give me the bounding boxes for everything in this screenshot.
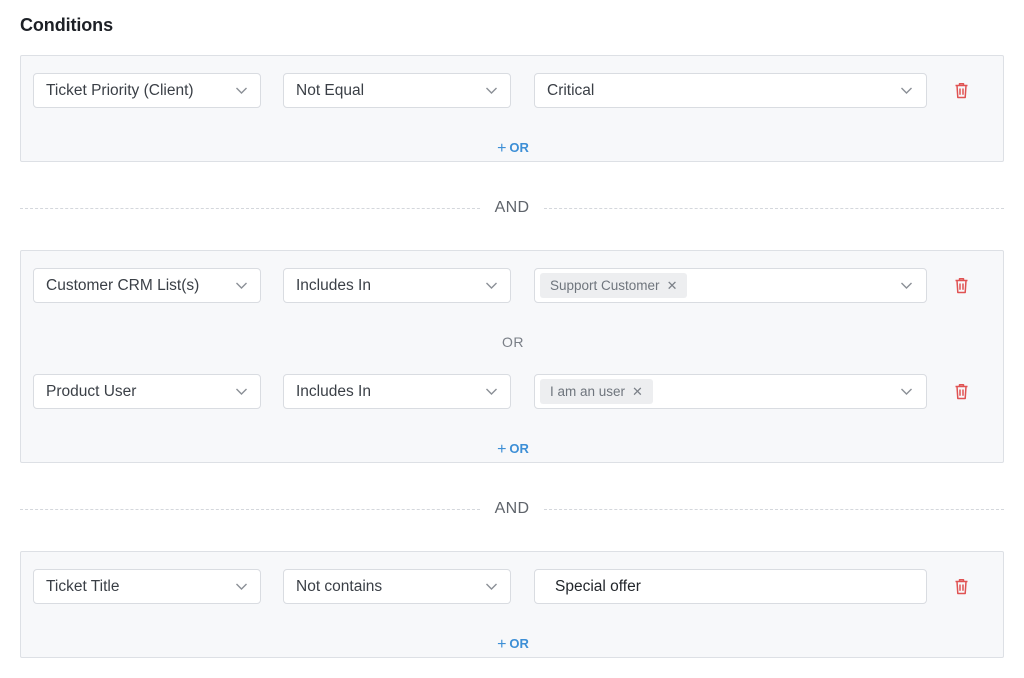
condition-group-3: Ticket Title Not contains Special offer … bbox=[20, 551, 1004, 658]
operator-select-value: Not contains bbox=[296, 578, 383, 595]
chevron-down-icon bbox=[236, 282, 247, 289]
add-or-label: OR bbox=[509, 636, 529, 651]
condition-group-2: Customer CRM List(s) Includes In Support… bbox=[20, 250, 1004, 463]
chevron-down-icon bbox=[486, 282, 497, 289]
value-select-value: Critical bbox=[547, 82, 595, 99]
plus-icon: + bbox=[497, 441, 507, 458]
field-select[interactable]: Ticket Title bbox=[33, 569, 261, 604]
operator-select-value: Not Equal bbox=[296, 82, 365, 99]
chevron-down-icon bbox=[901, 87, 912, 94]
add-or-button[interactable]: + OR bbox=[21, 440, 1005, 458]
field-select-value: Customer CRM List(s) bbox=[46, 277, 200, 294]
chevron-down-icon bbox=[486, 87, 497, 94]
field-select-value: Ticket Priority (Client) bbox=[46, 82, 194, 99]
close-icon[interactable]: ✕ bbox=[667, 273, 678, 298]
or-separator-label: OR bbox=[502, 334, 524, 350]
tag-label: Support Customer bbox=[550, 278, 660, 293]
field-select[interactable]: Customer CRM List(s) bbox=[33, 268, 261, 303]
divider bbox=[544, 208, 1004, 209]
field-select[interactable]: Product User bbox=[33, 374, 261, 409]
tag-label: I am an user bbox=[550, 384, 626, 399]
chevron-down-icon bbox=[236, 87, 247, 94]
divider bbox=[544, 509, 1004, 510]
value-text-input[interactable]: Special offer bbox=[534, 569, 927, 604]
close-icon[interactable]: ✕ bbox=[632, 379, 643, 404]
operator-select[interactable]: Not contains bbox=[283, 569, 511, 604]
and-separator: AND bbox=[20, 198, 1004, 218]
selected-tag: Support Customer ✕ bbox=[540, 273, 688, 298]
chevron-down-icon bbox=[901, 388, 912, 395]
chevron-down-icon bbox=[236, 583, 247, 590]
conditions-title: Conditions bbox=[20, 15, 113, 35]
condition-group-1: Ticket Priority (Client) Not Equal Criti… bbox=[20, 55, 1004, 162]
trash-icon[interactable] bbox=[954, 578, 969, 595]
add-or-button[interactable]: + OR bbox=[21, 139, 1005, 157]
selected-tag: I am an user ✕ bbox=[540, 379, 653, 404]
trash-icon[interactable] bbox=[954, 82, 969, 99]
value-multiselect[interactable]: I am an user ✕ bbox=[534, 374, 927, 409]
field-select-value: Ticket Title bbox=[46, 578, 120, 595]
chevron-down-icon bbox=[236, 388, 247, 395]
trash-icon[interactable] bbox=[954, 277, 969, 294]
add-or-label: OR bbox=[509, 441, 529, 456]
operator-select[interactable]: Includes In bbox=[283, 268, 511, 303]
chevron-down-icon bbox=[901, 282, 912, 289]
plus-icon: + bbox=[497, 140, 507, 157]
add-or-label: OR bbox=[509, 140, 529, 155]
add-or-button[interactable]: + OR bbox=[21, 635, 1005, 653]
field-select[interactable]: Ticket Priority (Client) bbox=[33, 73, 261, 108]
and-separator: AND bbox=[20, 499, 1004, 519]
operator-select[interactable]: Not Equal bbox=[283, 73, 511, 108]
operator-select[interactable]: Includes In bbox=[283, 374, 511, 409]
operator-select-value: Includes In bbox=[296, 383, 371, 400]
operator-select-value: Includes In bbox=[296, 277, 371, 294]
value-multiselect[interactable]: Support Customer ✕ bbox=[534, 268, 927, 303]
chevron-down-icon bbox=[486, 388, 497, 395]
trash-icon[interactable] bbox=[954, 383, 969, 400]
value-select[interactable]: Critical bbox=[534, 73, 927, 108]
plus-icon: + bbox=[497, 636, 507, 653]
field-select-value: Product User bbox=[46, 383, 137, 400]
chevron-down-icon bbox=[486, 583, 497, 590]
